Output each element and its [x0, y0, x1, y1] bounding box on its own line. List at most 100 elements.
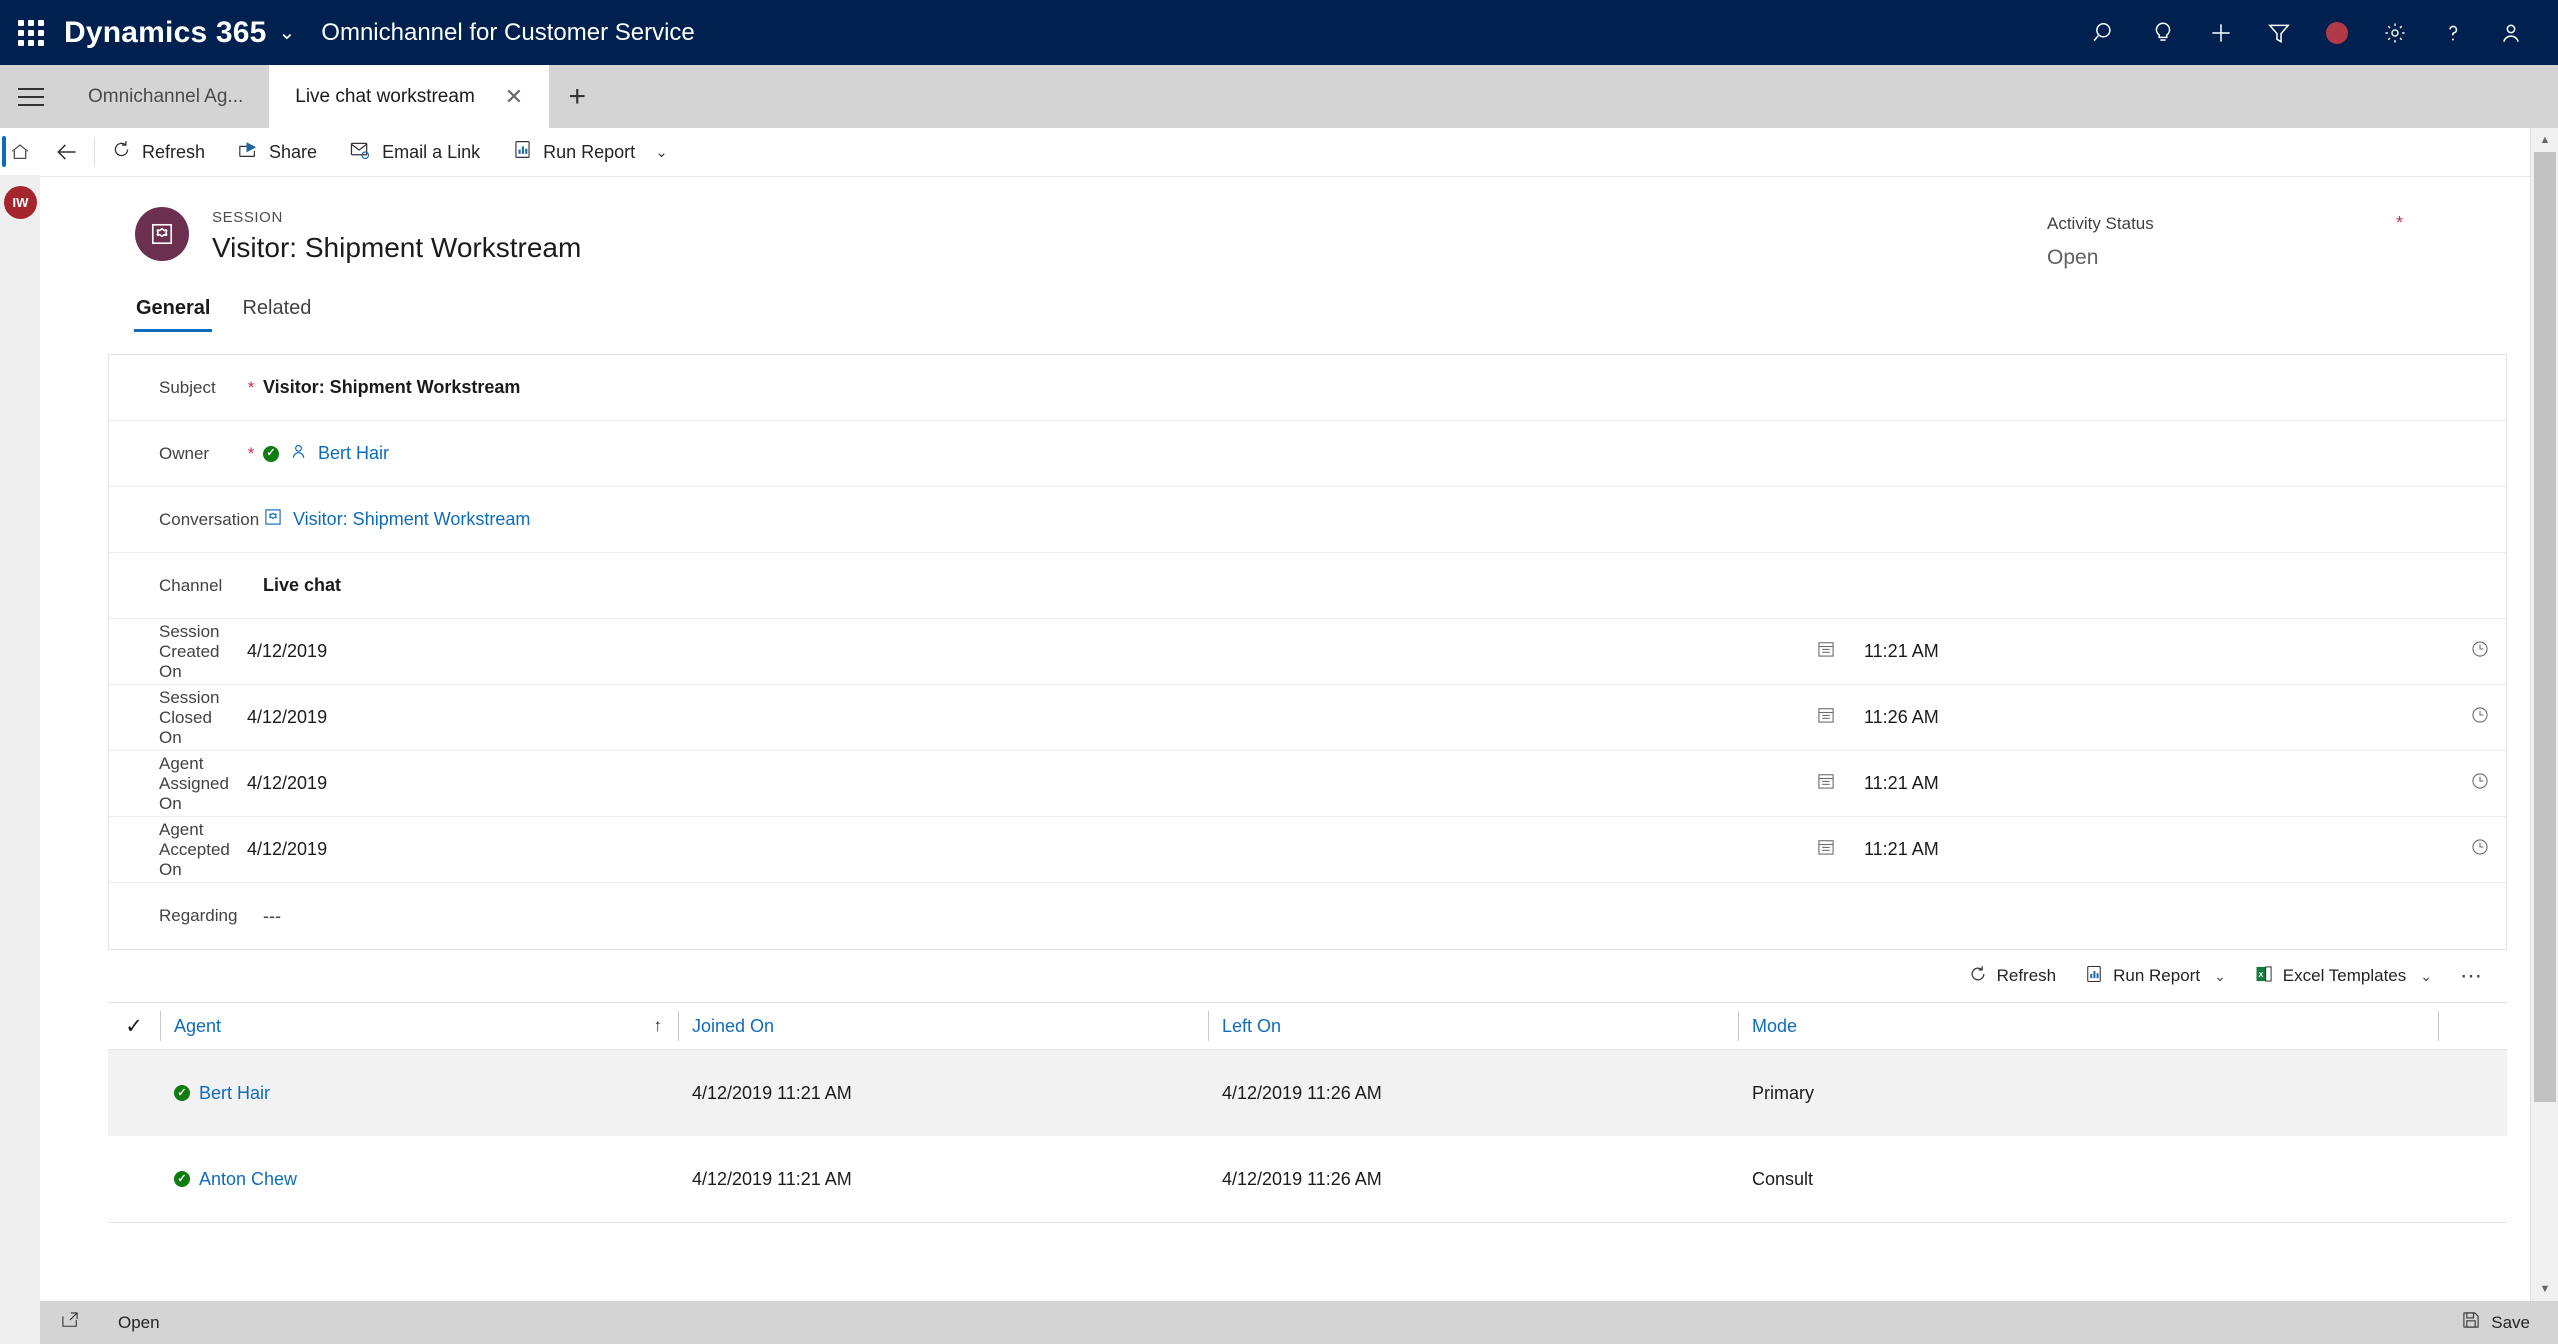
subgrid-excel-templates-button[interactable]: X Excel Templates ⌄	[2240, 956, 2446, 996]
conversation-value[interactable]: Visitor: Shipment Workstream	[293, 509, 530, 530]
refresh-button[interactable]: Refresh	[95, 128, 221, 177]
owner-value[interactable]: Bert Hair	[318, 443, 389, 464]
channel-value[interactable]: Live chat	[263, 575, 341, 596]
required-indicator: *	[247, 377, 255, 397]
close-icon[interactable]: ✕	[505, 85, 523, 108]
owner-lookup[interactable]: Bert Hair	[263, 442, 389, 466]
column-label: Left On	[1222, 1015, 1282, 1036]
user-icon[interactable]	[2482, 0, 2540, 65]
cell-agent[interactable]: Anton Chew	[160, 1169, 678, 1190]
calendar-icon[interactable]	[1816, 771, 1836, 796]
command-bar: Refresh Share Email a Link Run Report ⌄	[40, 128, 2545, 177]
button-label: Refresh	[1996, 966, 2057, 985]
column-header-agent[interactable]: Agent ↑	[160, 1002, 678, 1050]
select-all-checkbox[interactable]: ✓	[108, 1014, 160, 1039]
back-arrow-icon[interactable]	[40, 128, 94, 177]
tab-label: Omnichannel Ag...	[88, 85, 244, 107]
table-row[interactable]: Bert Hair 4/12/2019 11:21 AM 4/12/2019 1…	[108, 1050, 2507, 1136]
agent-assigned-on-time-input[interactable]: 11:21 AM	[1846, 771, 2506, 796]
agent-accepted-on-time-input[interactable]: 11:21 AM	[1846, 837, 2506, 862]
avatar[interactable]: IW	[4, 186, 37, 219]
record-status-icon[interactable]	[2308, 0, 2366, 65]
left-rail: IW	[0, 128, 40, 1344]
time-value: 11:21 AM	[1864, 641, 1939, 661]
conversation-lookup[interactable]: Visitor: Shipment Workstream	[263, 507, 530, 532]
checkmark-icon: ✓	[125, 1014, 143, 1038]
lightbulb-icon[interactable]	[2134, 0, 2192, 65]
open-popout-icon[interactable]	[60, 1310, 80, 1335]
agent-assigned-on-date-input[interactable]: 4/12/2019	[239, 771, 1846, 796]
cell-mode: Consult	[1752, 1168, 1814, 1189]
clock-icon[interactable]	[2470, 771, 2506, 796]
tab-general[interactable]: General	[122, 289, 224, 332]
column-header-left-on[interactable]: Left On	[1208, 1002, 1738, 1050]
agent-accepted-on-date-input[interactable]: 4/12/2019	[239, 837, 1846, 862]
calendar-icon[interactable]	[1816, 639, 1836, 664]
brand-title[interactable]: Dynamics 365	[64, 16, 267, 50]
share-button[interactable]: Share	[221, 128, 333, 177]
scroll-down-icon[interactable]: ▼	[2531, 1277, 2558, 1301]
record-status-label: Open	[118, 1312, 160, 1332]
field-label: Regarding	[159, 906, 238, 925]
svg-text:X: X	[2258, 970, 2263, 979]
conversation-entity-icon	[263, 507, 283, 532]
search-icon[interactable]	[2076, 0, 2134, 65]
chevron-down-icon[interactable]: ⌄	[2420, 968, 2432, 985]
session-created-on-time-input[interactable]: 11:21 AM	[1846, 639, 2506, 664]
activity-status-header-field[interactable]: Activity Status * Open	[2047, 213, 2407, 270]
session-closed-on-time-input[interactable]: 11:26 AM	[1846, 705, 2506, 730]
record-title-block: SESSION Visitor: Shipment Workstream	[212, 209, 581, 264]
subgrid-refresh-button[interactable]: Refresh	[1954, 956, 2071, 996]
table-row[interactable]: Anton Chew 4/12/2019 11:21 AM 4/12/2019 …	[108, 1136, 2507, 1222]
session-closed-on-date-input[interactable]: 4/12/2019	[239, 705, 1846, 730]
subgrid-overflow-icon[interactable]: ⋯	[2446, 963, 2497, 989]
clock-icon[interactable]	[2470, 837, 2506, 862]
subgrid-run-report-button[interactable]: Run Report ⌄	[2070, 956, 2240, 996]
activity-status-value[interactable]: Open	[2047, 246, 2407, 270]
filter-icon[interactable]	[2250, 0, 2308, 65]
cell-left-on: 4/12/2019 11:26 AM	[1222, 1082, 1382, 1103]
app-launcher-icon[interactable]	[14, 16, 48, 50]
scrollbar-thumb[interactable]	[2534, 152, 2556, 1102]
tab-omnichannel-agent-dashboard[interactable]: Omnichannel Ag...	[62, 65, 270, 128]
column-header-mode[interactable]: Mode	[1738, 1002, 2438, 1050]
calendar-icon[interactable]	[1816, 837, 1836, 862]
site-map-toggle-icon[interactable]	[0, 65, 62, 128]
column-header-joined-on[interactable]: Joined On	[678, 1002, 1208, 1050]
plus-icon[interactable]	[2192, 0, 2250, 65]
subject-input[interactable]: Visitor: Shipment Workstream	[263, 377, 520, 398]
home-icon[interactable]	[0, 128, 40, 175]
chevron-down-icon[interactable]: ⌄	[279, 20, 296, 45]
run-report-chevron-down-icon[interactable]: ⌄	[651, 128, 680, 177]
agent-name: Bert Hair	[199, 1082, 271, 1103]
cell-agent[interactable]: Bert Hair	[160, 1083, 678, 1104]
add-tab-icon[interactable]: +	[549, 65, 605, 128]
field-label: Conversation	[159, 509, 260, 529]
session-tab-strip: Omnichannel Ag... Live chat workstream ✕…	[0, 65, 2558, 128]
required-indicator: *	[247, 443, 255, 463]
field-label: Agent Accepted On	[159, 819, 230, 879]
activity-status-label: Activity Status	[2047, 213, 2154, 233]
email-link-icon	[349, 140, 372, 165]
session-created-on-date-input[interactable]: 4/12/2019	[239, 639, 1846, 664]
field-label: Subject	[159, 377, 216, 397]
clock-icon[interactable]	[2470, 705, 2506, 730]
button-label: Refresh	[142, 141, 206, 162]
gear-icon[interactable]	[2366, 0, 2424, 65]
divider	[108, 1222, 2507, 1223]
run-report-button[interactable]: Run Report	[496, 128, 651, 177]
cell-joined-on: 4/12/2019 11:21 AM	[692, 1168, 852, 1189]
help-icon[interactable]	[2424, 0, 2482, 65]
tab-live-chat-workstream[interactable]: Live chat workstream ✕	[269, 65, 550, 128]
email-a-link-button[interactable]: Email a Link	[333, 128, 496, 177]
tab-related[interactable]: Related	[228, 289, 325, 332]
calendar-icon[interactable]	[1816, 705, 1836, 730]
save-button[interactable]: Save	[2461, 1310, 2558, 1335]
column-header-spacer	[2438, 1002, 2507, 1050]
scroll-up-icon[interactable]: ▲	[2531, 128, 2558, 152]
clock-icon[interactable]	[2470, 639, 2506, 664]
top-nav-actions	[2076, 0, 2558, 65]
regarding-value[interactable]: ---	[263, 906, 281, 927]
vertical-scrollbar[interactable]: ▲ ▼	[2530, 128, 2558, 1301]
chevron-down-icon[interactable]: ⌄	[2214, 968, 2226, 985]
